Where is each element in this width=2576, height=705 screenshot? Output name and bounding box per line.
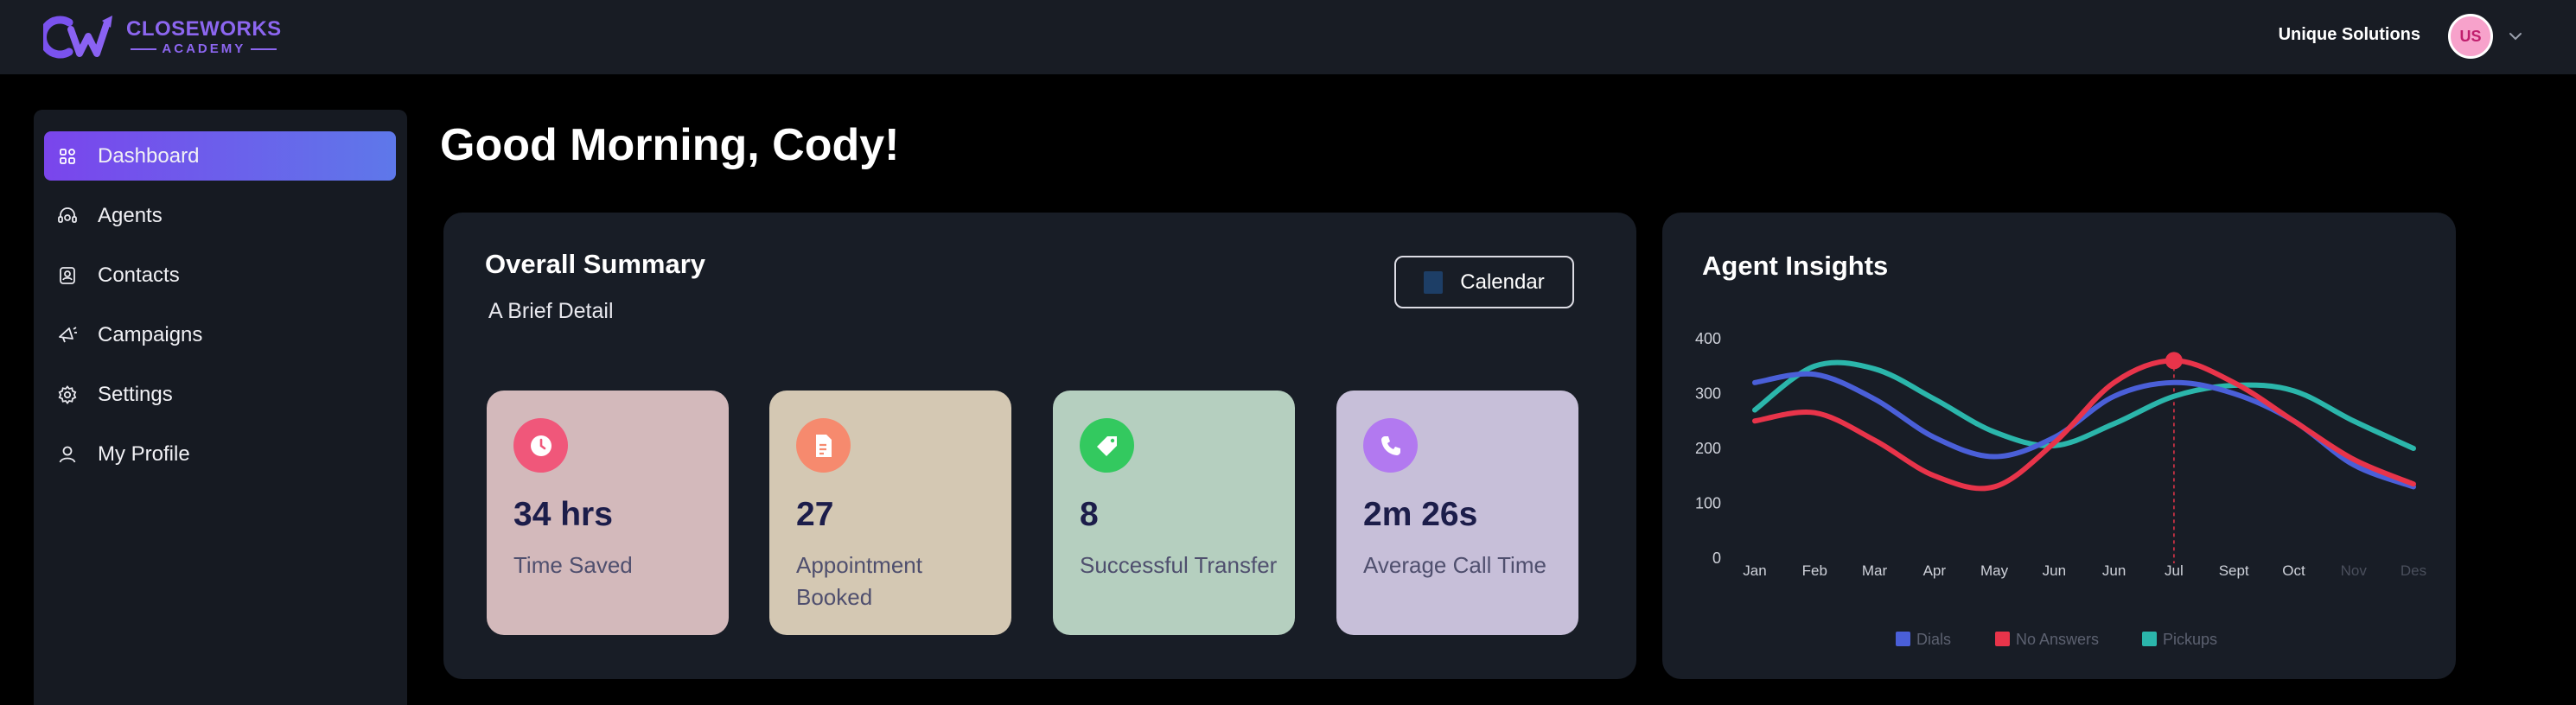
sidebar: Dashboard Agents Contacts Campaigns Sett… [34, 110, 407, 705]
sidebar-item-label: Campaigns [98, 322, 203, 346]
x-tick-label: May [1980, 562, 2009, 579]
y-tick-label: 200 [1695, 440, 1721, 457]
stat-value: 2m 26s [1363, 496, 1478, 533]
x-tick-label: Mar [1862, 562, 1888, 579]
stat-label: Appointment Booked [796, 552, 922, 610]
grid-icon [56, 145, 79, 168]
stat-label: Average Call Time [1363, 552, 1546, 578]
calendar-icon [1424, 270, 1444, 294]
stat-label: Time Saved [513, 552, 633, 578]
x-tick-label: Sept [2219, 562, 2249, 579]
calendar-button-label: Calendar [1460, 270, 1545, 294]
avatar-initials: US [2459, 27, 2482, 45]
legend-label: Pickups [2163, 631, 2217, 648]
legend-swatch [1896, 632, 1910, 646]
sidebar-item-contacts[interactable]: Contacts [44, 251, 396, 300]
y-tick-label: 300 [1695, 385, 1721, 403]
page-title: Good Morning, Cody! [440, 120, 900, 170]
phone-icon [1363, 418, 1418, 473]
highlight-point [2165, 352, 2183, 370]
sidebar-item-my-profile[interactable]: My Profile [44, 429, 396, 479]
sidebar-item-label: Contacts [98, 263, 180, 287]
y-tick-label: 0 [1712, 549, 1721, 567]
stat-value: 27 [796, 496, 834, 533]
sidebar-item-label: Settings [98, 382, 173, 406]
stat-card-average-call-time: 2m 26s Average Call Time [1336, 391, 1578, 635]
logo-divider [251, 48, 277, 50]
legend-swatch [1995, 632, 2010, 646]
tag-icon [1080, 418, 1134, 473]
agent-insights-card: Agent Insights 0 100 200 300 400 Jan Feb Mar Apr… [1662, 213, 2456, 679]
legend-swatch [2142, 632, 2157, 646]
contact-book-icon [56, 264, 79, 287]
summary-title: Overall Summary [485, 249, 706, 279]
x-tick-label: Jan [1743, 562, 1766, 579]
sidebar-item-campaigns[interactable]: Campaigns [44, 310, 396, 359]
x-tick-label: Nov [2341, 562, 2368, 579]
x-tick-label: Jun [2043, 562, 2066, 579]
sidebar-item-agents[interactable]: Agents [44, 191, 396, 240]
x-tick-label: Jun [2102, 562, 2126, 579]
stat-card-successful-transfer: 8 Successful Transfer [1053, 391, 1295, 635]
stat-card-time-saved: 34 hrs Time Saved [487, 391, 729, 635]
organization-name: Unique Solutions [2278, 25, 2420, 44]
y-tick-label: 400 [1695, 330, 1721, 347]
stat-value: 34 hrs [513, 496, 613, 533]
logo-subtitle: ACADEMY [162, 41, 246, 56]
megaphone-icon [56, 324, 79, 346]
logo-mark-icon [43, 16, 112, 59]
stat-value: 8 [1080, 496, 1099, 533]
document-icon [796, 418, 851, 473]
x-tick-label: Jul [2165, 562, 2184, 579]
overall-summary-card: Overall Summary A Brief Detail Calendar … [443, 213, 1636, 679]
chevron-down-icon[interactable] [2505, 26, 2526, 47]
sidebar-item-dashboard[interactable]: Dashboard [44, 131, 396, 181]
gear-icon [56, 384, 79, 406]
x-tick-label: Des [2401, 562, 2426, 579]
logo-title: CLOSEWORKS [126, 17, 282, 41]
top-bar: CLOSEWORKS ACADEMY Unique Solutions US [0, 0, 2576, 74]
series-line-no-answers [1752, 358, 2416, 492]
sidebar-item-label: My Profile [98, 441, 190, 466]
x-tick-label: Apr [1923, 562, 1947, 579]
user-icon [56, 443, 79, 466]
legend-label: Dials [1916, 631, 1951, 648]
avatar[interactable]: US [2448, 14, 2493, 59]
sidebar-item-label: Agents [98, 203, 163, 227]
headset-icon [56, 205, 79, 227]
x-tick-label: Oct [2282, 562, 2305, 579]
y-tick-label: 100 [1695, 495, 1721, 512]
calendar-button[interactable]: Calendar [1394, 256, 1574, 308]
summary-subtitle: A Brief Detail [488, 299, 614, 323]
stat-card-appointment-booked: 27 Appointment Booked [769, 391, 1011, 635]
sidebar-item-settings[interactable]: Settings [44, 370, 396, 419]
logo[interactable]: CLOSEWORKS ACADEMY [43, 14, 282, 60]
logo-divider [131, 48, 157, 50]
agent-insights-chart: 0 100 200 300 400 Jan Feb Mar Apr May Jun Jun Jul Sep… [1695, 330, 2426, 648]
x-tick-label: Feb [1802, 562, 1827, 579]
clock-icon [513, 418, 568, 473]
stat-label: Successful Transfer [1080, 552, 1278, 578]
sidebar-item-label: Dashboard [98, 143, 200, 168]
legend-label: No Answers [2016, 631, 2099, 648]
